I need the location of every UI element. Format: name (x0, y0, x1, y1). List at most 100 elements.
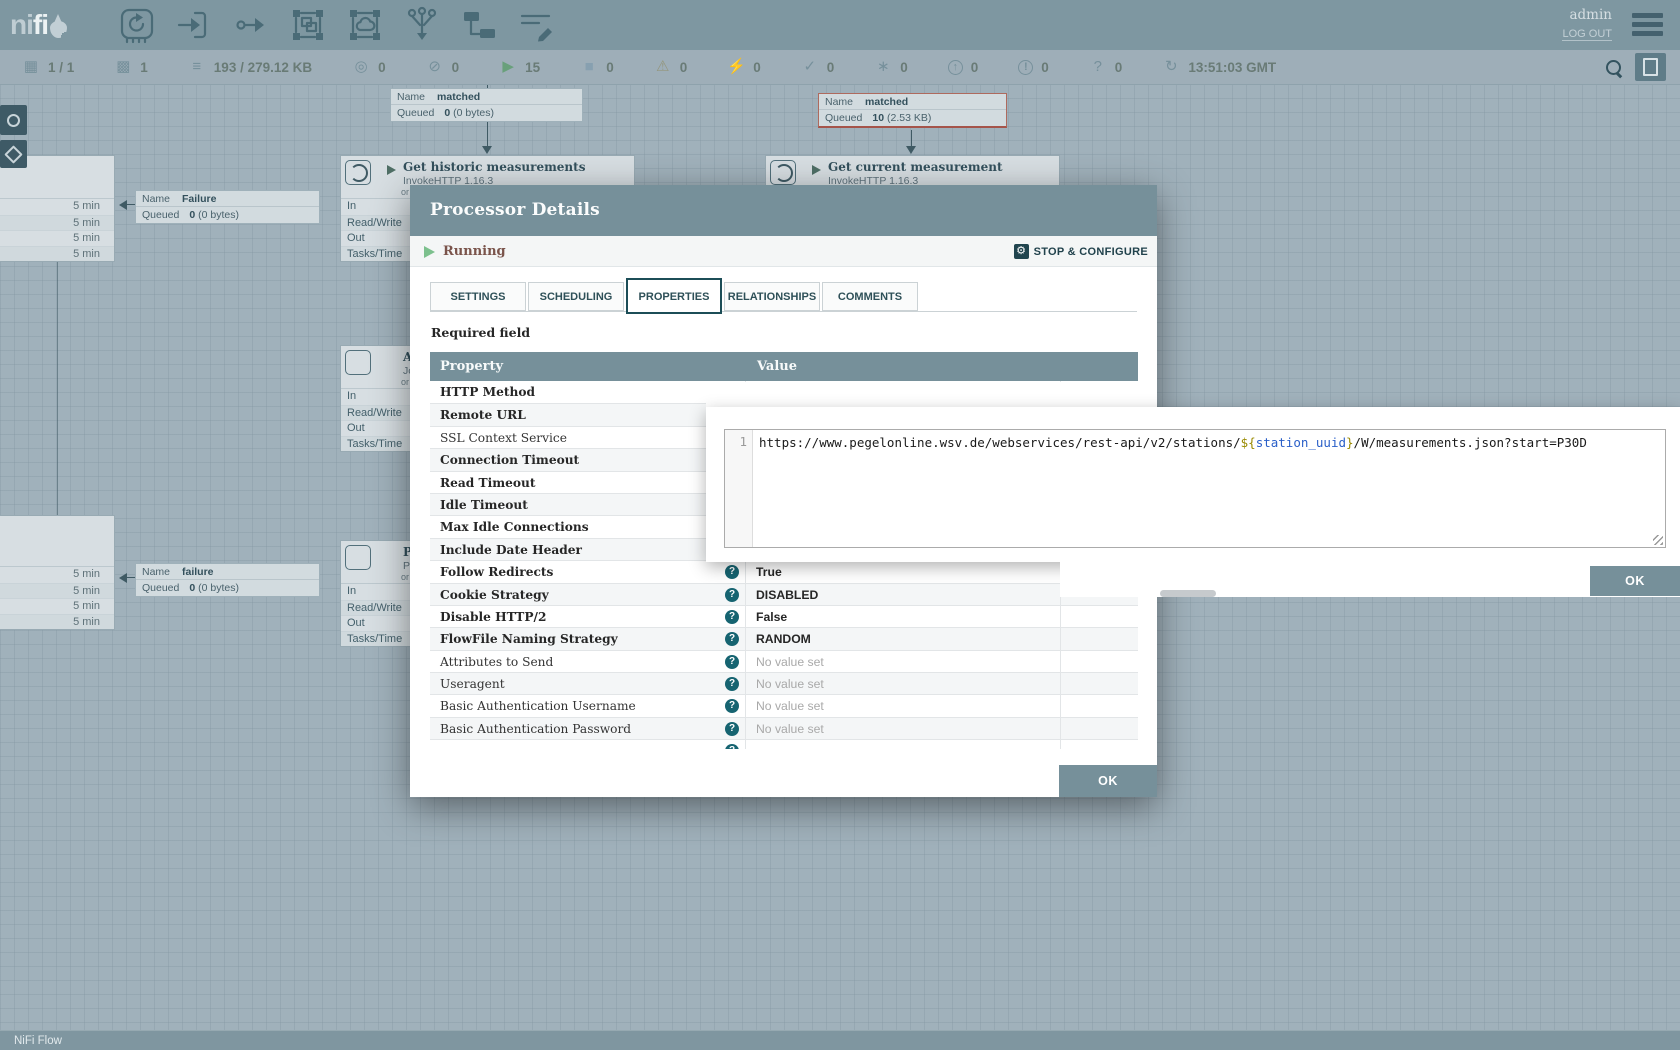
property-row-basic-authentication-username[interactable]: Basic Authentication Username? No value s… (430, 694, 1138, 716)
input-port-icon[interactable] (175, 6, 213, 44)
property-row-partial[interactable]: ? (430, 739, 1138, 749)
no-value-placeholder: No value set (756, 677, 824, 691)
processor-card-partial-left-bottom[interactable]: 5 min5 min5 min5 min (0, 515, 115, 630)
help-icon[interactable]: ? (725, 565, 739, 579)
property-value: False (756, 610, 787, 624)
status-item-locally-modified-stale: !0 (1018, 60, 1049, 75)
property-value-cell[interactable]: True (745, 561, 1060, 582)
logout-link[interactable]: LOG OUT (1562, 28, 1612, 41)
help-icon[interactable]: ? (725, 610, 739, 624)
global-menu-button[interactable] (1632, 13, 1663, 40)
property-row-basic-authentication-password[interactable]: Basic Authentication Password?No value s… (430, 717, 1138, 739)
status-value: 0 (378, 60, 386, 75)
property-name: Read Timeout (440, 472, 536, 494)
property-name: Useragent (440, 673, 505, 695)
property-value-cell[interactable]: False (745, 606, 1060, 627)
status-value: 193 / 279.12 KB (214, 60, 312, 75)
property-name: Max Idle Connections (440, 516, 589, 538)
property-value-cell[interactable]: No value set (745, 651, 1060, 672)
resize-handle[interactable] (1653, 535, 1663, 545)
help-icon[interactable]: ? (725, 722, 739, 736)
property-value-cell[interactable]: RANDOM (745, 628, 1060, 649)
connection-label-failure-bottom[interactable]: Namefailure Queued0 (0 bytes) (135, 563, 320, 597)
status-item-running: ▶15 (499, 58, 540, 76)
status-item-locally-modified: ∗0 (874, 58, 908, 76)
help-icon[interactable]: ? (725, 632, 739, 646)
property-value-cell[interactable]: DISABLED (745, 584, 1060, 605)
connection-label-failure-top[interactable]: NameFailure Queued0 (0 bytes) (135, 190, 320, 224)
processor-icon[interactable] (118, 6, 156, 44)
sidebar-toggle-button[interactable] (1635, 53, 1666, 81)
search-icon[interactable] (1606, 60, 1621, 75)
connection-arrow-icon (482, 146, 492, 154)
tab-comments[interactable]: COMMENTS (822, 282, 918, 311)
running-icon (424, 246, 435, 258)
processor-card-partial-left-top[interactable]: 5 min5 min5 min5 min (0, 155, 115, 262)
help-icon[interactable]: ? (725, 655, 739, 669)
property-value-cell[interactable]: No value set (745, 718, 1060, 739)
property-row-disable-http-2[interactable]: Disable HTTP/2? False (430, 605, 1138, 627)
property-row-useragent[interactable]: Useragent? No value set (430, 672, 1138, 694)
horizontal-scrollbar[interactable] (1160, 590, 1216, 597)
help-icon[interactable]: ? (725, 588, 739, 602)
status-value: 0 (900, 60, 908, 75)
status-value: 0 (452, 60, 460, 75)
status-value: 1 / 1 (48, 60, 74, 75)
status-item-queued: ≡193 / 279.12 KB (188, 58, 312, 76)
dialog-status-row: Running ⚙ STOP & CONFIGURE (410, 236, 1157, 267)
remote-url-value[interactable]: https://www.pegelonline.wsv.de/webservic… (759, 434, 1587, 452)
label-icon[interactable] (517, 6, 555, 44)
template-icon[interactable] (460, 6, 498, 44)
property-name: Idle Timeout (440, 494, 528, 516)
tab-properties[interactable]: PROPERTIES (626, 278, 722, 314)
property-name: Cookie Strategy (440, 584, 549, 606)
value-editor[interactable]: 1 https://www.pegelonline.wsv.de/webserv… (724, 429, 1666, 548)
running-icon: ▶ (499, 58, 517, 76)
status-value: 0 (1041, 60, 1049, 75)
property-row-follow-redirects[interactable]: Follow Redirects?True (430, 560, 1138, 582)
output-port-icon[interactable] (232, 6, 270, 44)
running-state-icon (812, 165, 821, 175)
component-toolbar (118, 6, 555, 44)
funnel-icon[interactable] (403, 6, 441, 44)
dialog-ok-button[interactable]: OK (1059, 765, 1157, 797)
property-name: HTTP Method (440, 381, 535, 403)
tab-relationships[interactable]: RELATIONSHIPS (724, 282, 820, 311)
property-row-flowfile-naming-strategy[interactable]: FlowFile Naming Strategy?RANDOM (430, 627, 1138, 649)
help-icon[interactable]: ? (725, 699, 739, 713)
property-value-cell[interactable]: No value set (745, 695, 1060, 716)
processor-class: or (401, 377, 409, 387)
property-value-cell[interactable]: No value set (745, 673, 1060, 694)
status-value: 13:51:03 GMT (1188, 60, 1276, 75)
dialog-tabs: SETTINGSSCHEDULINGPROPERTIESRELATIONSHIP… (430, 282, 920, 314)
connection-label-matched-10[interactable]: Namematched Queued10 (2.53 KB) (818, 93, 1007, 128)
breadcrumb-root[interactable]: NiFi Flow (14, 1032, 62, 1050)
help-icon[interactable]: ? (725, 744, 739, 749)
column-header-property: Property (440, 352, 503, 381)
nifi-logo: nifi (10, 6, 67, 44)
status-value: 0 (971, 60, 979, 75)
property-name: Basic Authentication Username (440, 695, 636, 717)
status-items: ▦1 / 1▩1≡193 / 279.12 KB◎0⊘0▶15■0⚠0⚡0✓0∗… (22, 50, 1276, 84)
help-icon[interactable]: ? (725, 677, 739, 691)
property-actions-cell (1060, 718, 1138, 739)
property-name: Disable HTTP/2 (440, 606, 546, 628)
required-field-note: Required field (431, 325, 530, 340)
value-editor-ok-button[interactable]: OK (1590, 566, 1680, 596)
dialog-header: Processor Details (410, 185, 1157, 236)
current-user: admin (1562, 7, 1612, 23)
invokehttp-icon (350, 164, 368, 182)
status-item-refresh[interactable]: ↻13:51:03 GMT (1162, 58, 1276, 76)
property-row-attributes-to-send[interactable]: Attributes to Send?No value set (430, 650, 1138, 672)
connection-label-matched-0[interactable]: Namematched Queued0 (0 bytes) (390, 88, 583, 122)
remote-process-group-icon[interactable] (346, 6, 384, 44)
processor-class: or (401, 187, 409, 197)
property-name: Include Date Header (440, 539, 582, 561)
property-value-cell[interactable] (745, 740, 1060, 749)
tab-scheduling[interactable]: SCHEDULING (528, 282, 624, 311)
stop-and-configure-button[interactable]: ⚙ STOP & CONFIGURE (1014, 236, 1148, 267)
property-row-cookie-strategy[interactable]: Cookie Strategy? DISABLED (430, 583, 1138, 605)
breadcrumb[interactable]: NiFi Flow (0, 1030, 1680, 1050)
tab-settings[interactable]: SETTINGS (430, 282, 526, 311)
process-group-icon[interactable] (289, 6, 327, 44)
